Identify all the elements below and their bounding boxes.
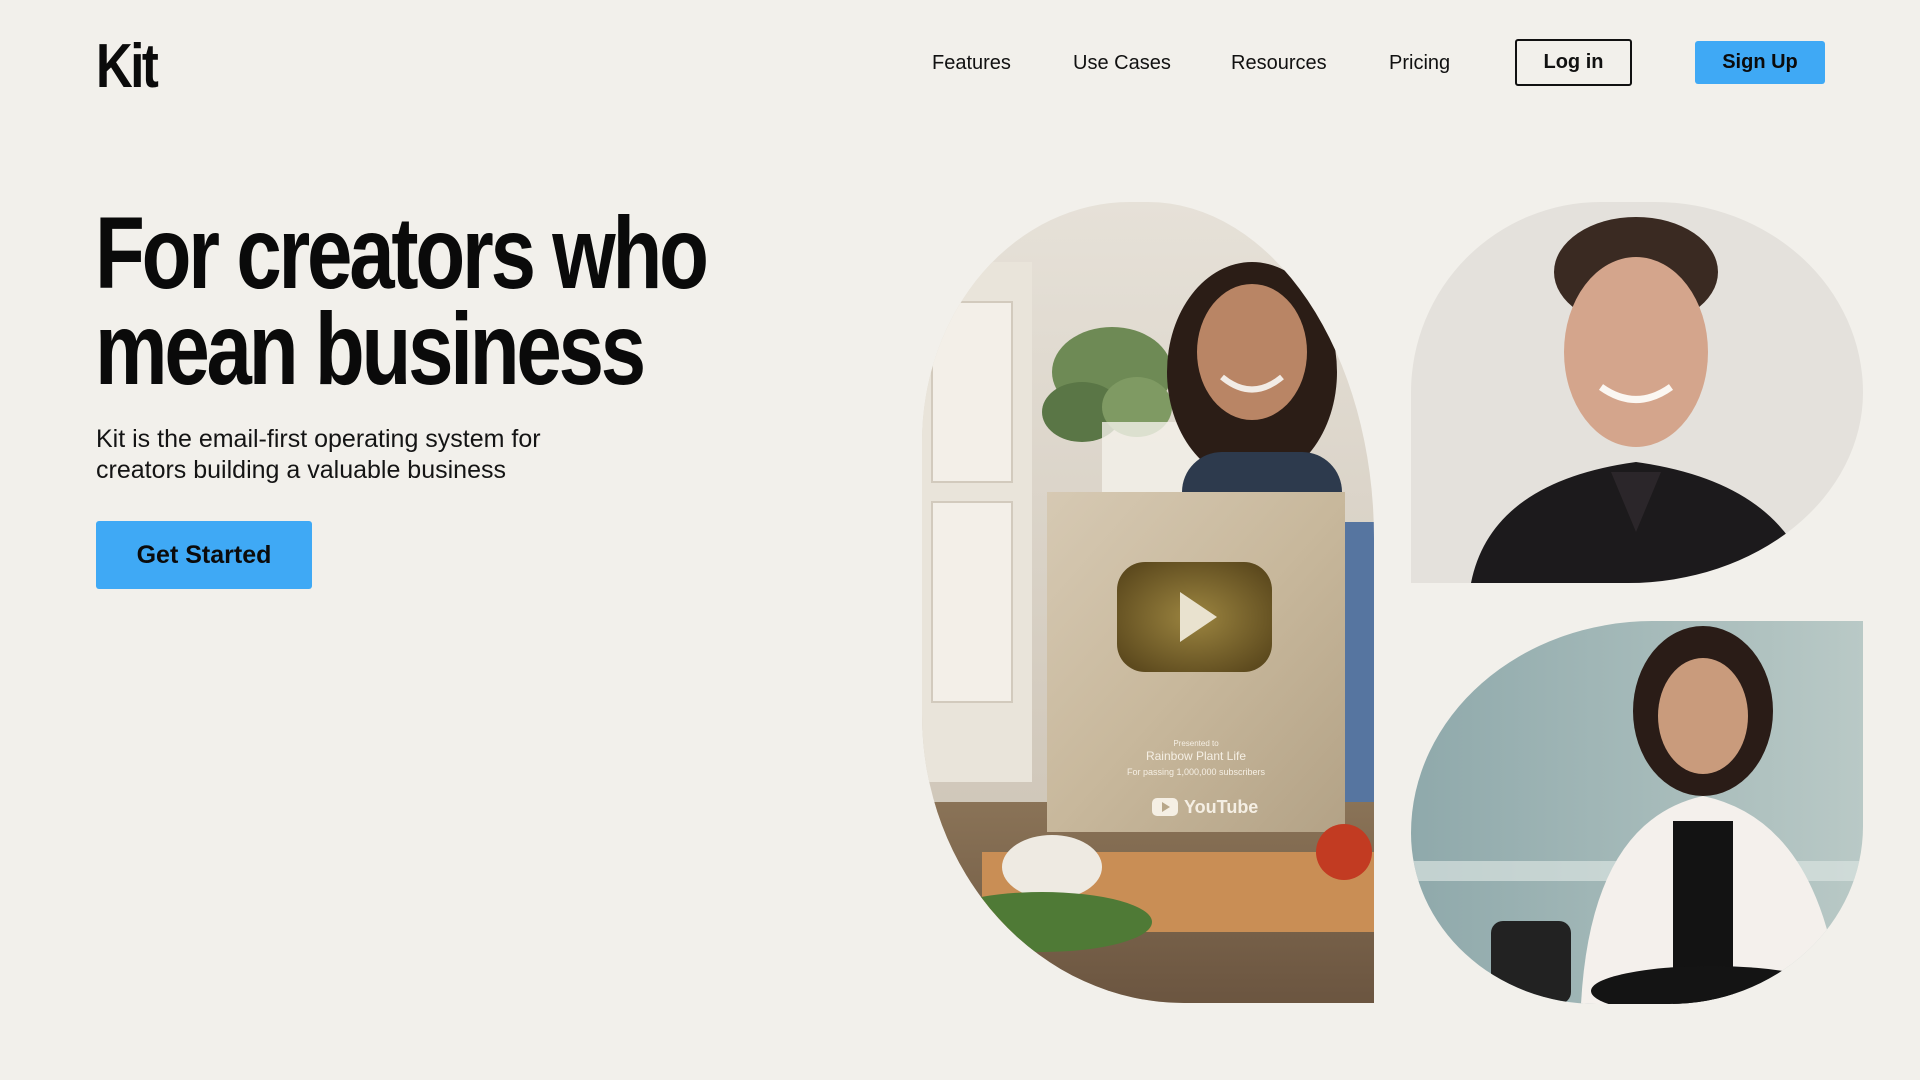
hero-subtitle: Kit is the email-first operating system … — [96, 424, 616, 486]
plaque-youtube-wordmark: YouTube — [1184, 797, 1258, 817]
nav-features[interactable]: Features — [932, 50, 1011, 76]
login-button[interactable]: Log in — [1515, 39, 1632, 86]
get-started-button[interactable]: Get Started — [96, 521, 312, 589]
plaque-presented-to: Presented to — [1173, 739, 1219, 748]
hero-subtitle-line1: Kit is the email-first operating system … — [96, 425, 541, 453]
nav-use-cases[interactable]: Use Cases — [1073, 50, 1171, 76]
creator-photo-youtube-plaque: Presented to Rainbow Plant Life For pass… — [922, 202, 1374, 1003]
nav-resources[interactable]: Resources — [1231, 50, 1327, 76]
plaque-channel-name: Rainbow Plant Life — [1146, 749, 1246, 763]
page: Kit Features Use Cases Resources Pricing… — [0, 0, 1920, 1080]
kit-logo[interactable]: Kit — [96, 32, 159, 102]
nav-pricing[interactable]: Pricing — [1389, 50, 1450, 76]
creator-photo-man-illustration — [1411, 202, 1863, 583]
hero-subtitle-line2: creators building a valuable business — [96, 456, 506, 484]
creator-photo-illustration: Presented to Rainbow Plant Life For pass… — [922, 202, 1374, 1003]
hero-title-line2: mean business — [95, 292, 646, 406]
signup-button[interactable]: Sign Up — [1695, 41, 1825, 84]
hero-title: For creators who mean business — [95, 202, 815, 400]
plaque-milestone: For passing 1,000,000 subscribers — [1127, 767, 1266, 777]
creator-photo-woman-illustration — [1411, 621, 1863, 1004]
creator-photo-man — [1411, 202, 1863, 583]
creator-photo-woman — [1411, 621, 1863, 1004]
